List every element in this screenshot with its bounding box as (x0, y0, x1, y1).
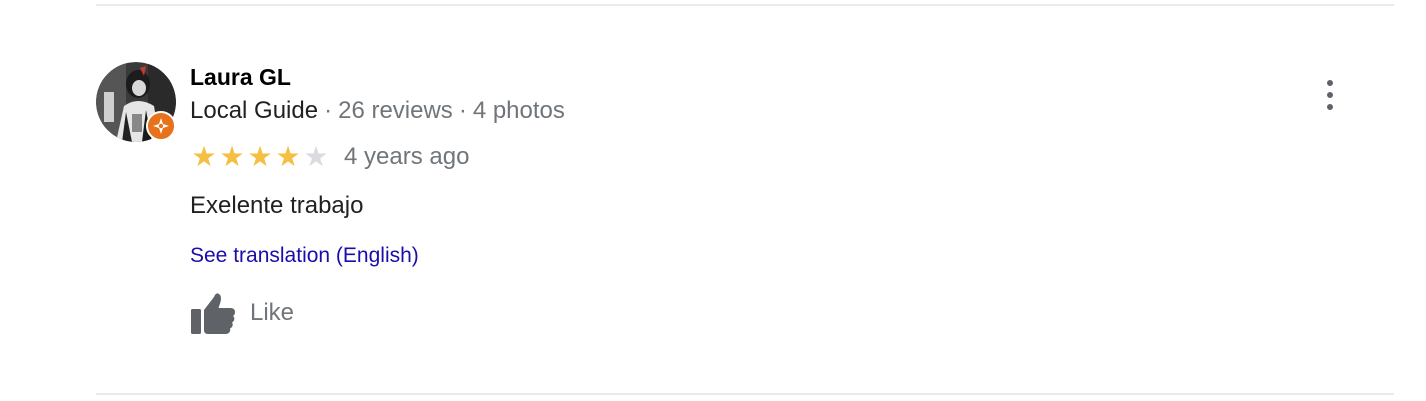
review-text: Exelente trabajo (190, 192, 364, 219)
photos-count: 4 photos (472, 97, 565, 124)
like-button[interactable]: Like (190, 291, 294, 335)
star-filled-icon: ★ (247, 141, 273, 172)
author-meta: Local Guide · 26 reviews · 4 photos (190, 96, 565, 126)
author-avatar[interactable] (96, 62, 176, 142)
more-vertical-icon (1327, 80, 1333, 86)
meta-separator: · (458, 97, 467, 124)
star-filled-icon: ★ (219, 141, 245, 172)
star-filled-icon: ★ (191, 141, 217, 172)
author-name[interactable]: Laura GL (190, 63, 291, 91)
review-time: 4 years ago (344, 143, 470, 170)
meta-separator: · (324, 97, 333, 124)
reviews-count: 26 reviews (338, 97, 453, 124)
top-divider (96, 4, 1394, 6)
thumbs-up-icon (191, 293, 236, 334)
rating-row: ★ ★ ★ ★ ★ 4 years ago (190, 142, 469, 172)
star-rating: ★ ★ ★ ★ ★ (190, 142, 330, 172)
star-empty-icon: ★ (303, 141, 329, 172)
more-dot (1327, 104, 1333, 110)
star-filled-icon: ★ (275, 141, 301, 172)
like-label: Like (250, 299, 295, 326)
more-options-button[interactable] (1316, 78, 1344, 112)
more-dot (1327, 92, 1333, 98)
local-guide-label: Local Guide (190, 97, 319, 124)
see-translation-link[interactable]: See translation (English) (190, 243, 419, 269)
bottom-divider (96, 393, 1394, 395)
local-guide-star-icon (146, 111, 176, 141)
